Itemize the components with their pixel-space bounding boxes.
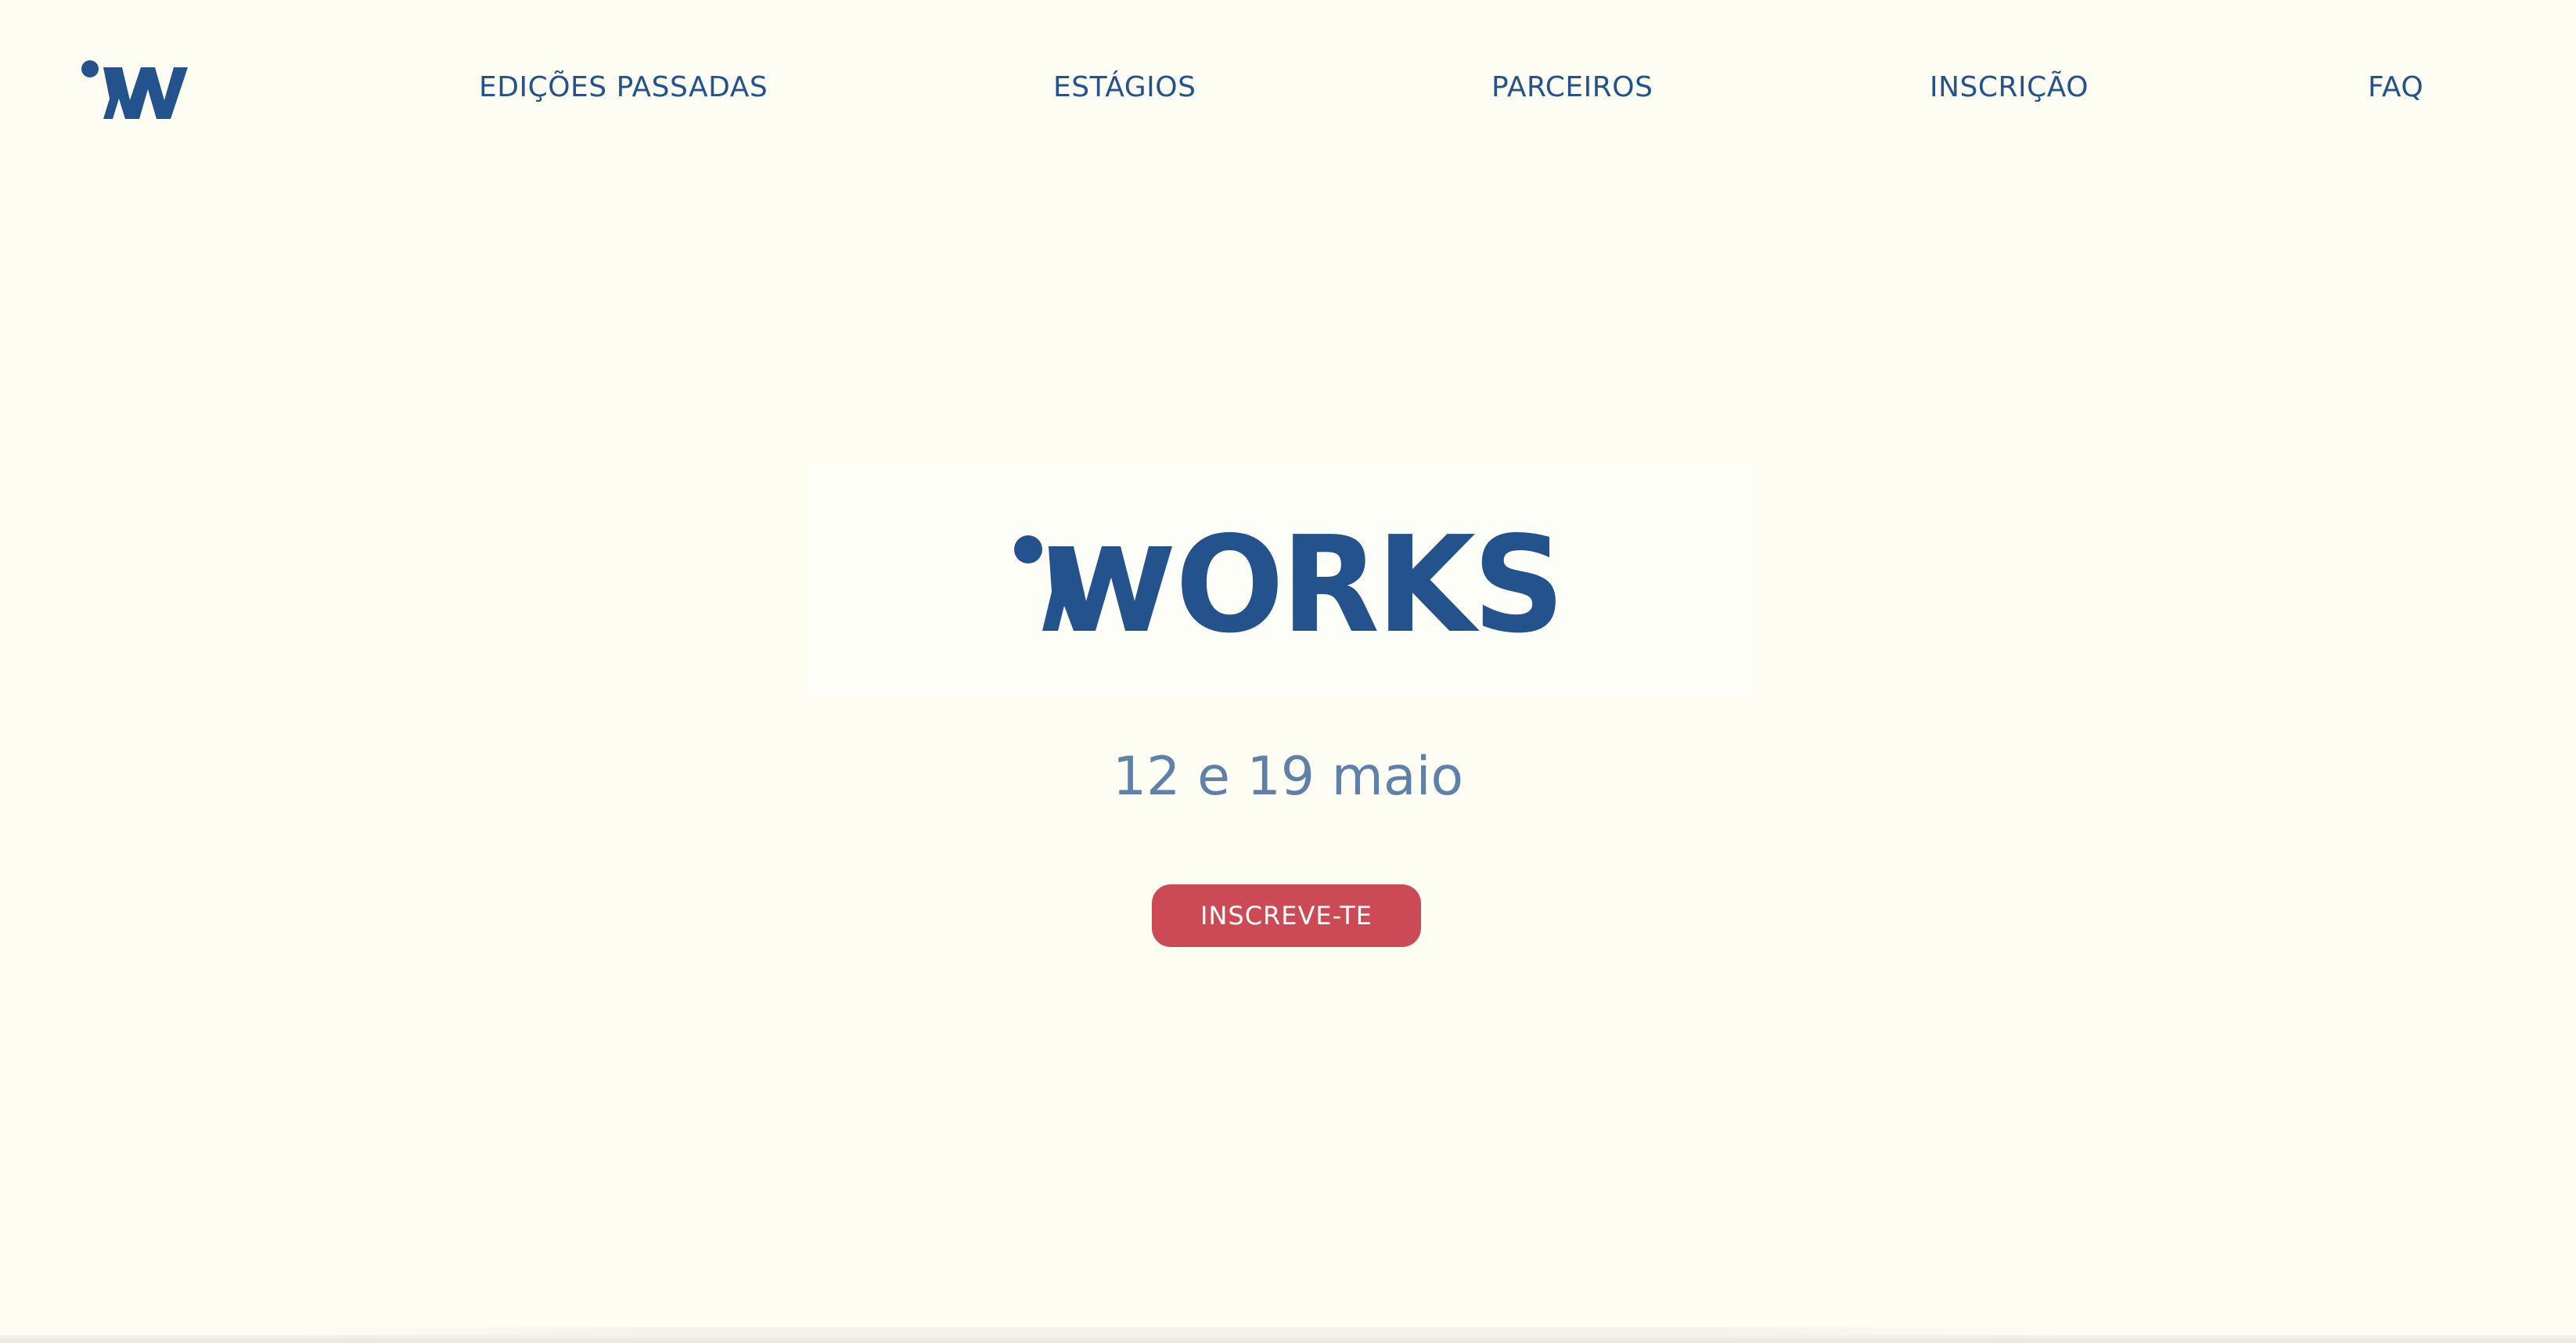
- nav-link-inscricao[interactable]: INSCRIÇÃO: [1930, 66, 2089, 110]
- wordmark-text: ORKS: [1175, 529, 1562, 639]
- signup-button[interactable]: INSCREVE-TE: [1152, 884, 1421, 947]
- nav-link-estagios[interactable]: ESTÁGIOS: [1053, 66, 1196, 110]
- nav-link-parceiros[interactable]: PARCEIROS: [1491, 66, 1653, 110]
- main-nav: EDIÇÕES PASSADAS ESTÁGIOS PARCEIROS INSC…: [0, 66, 2576, 110]
- works-wordmark-logo: ORKS: [1014, 529, 1565, 639]
- nav-link-faq[interactable]: FAQ: [2368, 66, 2423, 110]
- section-divider-shadow: [282, 1327, 2081, 1335]
- nav-link-edicoes-passadas[interactable]: EDIÇÕES PASSADAS: [479, 66, 768, 110]
- event-dates: 12 e 19 maio: [1112, 746, 1464, 808]
- section-divider: [0, 1335, 2576, 1343]
